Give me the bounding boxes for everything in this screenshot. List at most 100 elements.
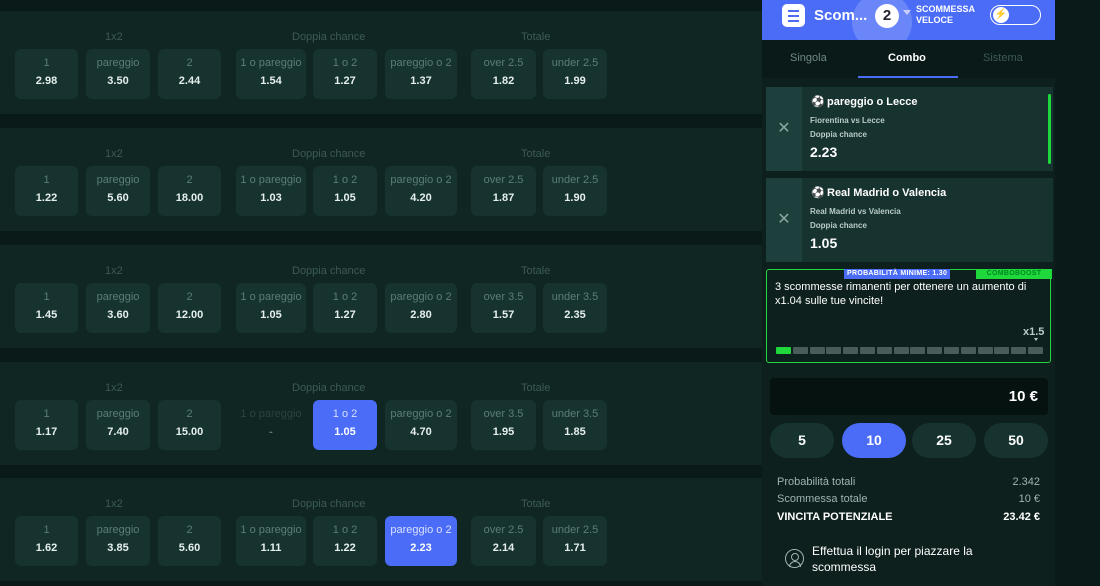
- odds-button[interactable]: 1 o pareggio 1.03: [236, 166, 306, 216]
- odds-label: 1 o pareggio: [240, 174, 302, 186]
- bet-type-tabs: Singola Combo Sistema: [762, 40, 1055, 78]
- odds-label: pareggio: [96, 291, 140, 303]
- odds-button[interactable]: pareggio 5.60: [86, 166, 150, 216]
- active-tab-indicator: [858, 76, 958, 78]
- odds-button[interactable]: 2 15.00: [158, 400, 221, 450]
- chevron-down-icon[interactable]: [903, 10, 911, 15]
- odds-button[interactable]: pareggio 3.85: [86, 516, 150, 566]
- odds-value: 2.35: [564, 309, 586, 321]
- selection-count-badge[interactable]: 2: [875, 4, 899, 28]
- odds-value: 1.95: [492, 426, 515, 438]
- odds-label: 1 o 2: [332, 174, 358, 186]
- odds-value: 1.99: [564, 75, 586, 87]
- odds-value: 1.05: [260, 309, 282, 321]
- odds-label: 2: [186, 57, 193, 69]
- odds-button[interactable]: over 2.5 1.82: [471, 49, 536, 99]
- stake-input[interactable]: [770, 378, 1048, 415]
- betslip-menu-icon[interactable]: [782, 4, 805, 27]
- odds-label: over 2.5: [483, 57, 524, 69]
- quick-stake-10[interactable]: 10: [842, 423, 906, 458]
- odds-button[interactable]: 1 2.98: [15, 49, 78, 99]
- odds-value: 2.44: [178, 75, 201, 87]
- odds-value: 1.17: [35, 426, 58, 438]
- odds-value: 12.00: [175, 309, 204, 321]
- odds-button[interactable]: 1 o pareggio 1.05: [236, 283, 306, 333]
- odds-button[interactable]: over 3.5 1.57: [471, 283, 536, 333]
- odds-button[interactable]: pareggio o 2 2.80: [385, 283, 457, 333]
- odds-button[interactable]: pareggio o 2 4.20: [385, 166, 457, 216]
- odds-button[interactable]: 1 o 2 1.27: [313, 283, 377, 333]
- odds-value: 7.40: [107, 426, 129, 438]
- tab-singola[interactable]: Singola: [790, 52, 827, 64]
- odds-button[interactable]: pareggio o 2 2.23: [385, 516, 457, 566]
- odds-label: 1 o 2: [332, 524, 358, 536]
- odds-button[interactable]: under 3.5 1.85: [543, 400, 607, 450]
- odds-button[interactable]: 2 5.60: [158, 516, 221, 566]
- remove-selection-button[interactable]: ✕: [766, 87, 802, 171]
- betslip: Scom... 2 SCOMMESSA VELOCE ⚡ Singola Com…: [762, 0, 1055, 586]
- odds-button[interactable]: over 3.5 1.95: [471, 400, 536, 450]
- tab-combo[interactable]: Combo: [888, 52, 926, 64]
- total-odds-label: Probabilità totali: [777, 476, 856, 488]
- total-stake-label: Scommessa totale: [777, 493, 868, 505]
- odds-value: 1.45: [35, 309, 58, 321]
- tab-sistema[interactable]: Sistema: [983, 52, 1023, 64]
- odds-button[interactable]: 1 o 2 1.05: [313, 166, 377, 216]
- odds-value: 1.37: [410, 75, 432, 87]
- odds-button[interactable]: 1 o 2 1.22: [313, 516, 377, 566]
- progress-segment: [977, 347, 993, 354]
- odds-button[interactable]: under 2.5 1.99: [543, 49, 607, 99]
- odds-label: under 3.5: [551, 408, 599, 420]
- lightning-icon: ⚡: [993, 7, 1009, 23]
- progress-segment: [876, 347, 892, 354]
- remove-selection-button[interactable]: ✕: [766, 178, 802, 262]
- progress-segment: [1028, 347, 1043, 354]
- odds-button[interactable]: 1 o 2 1.05: [313, 400, 377, 450]
- total-stake-value: 10 €: [1018, 493, 1040, 505]
- odds-value: 1.71: [564, 542, 586, 554]
- odds-label: 1: [43, 408, 50, 420]
- header-double-chance: Doppia chance: [292, 148, 366, 160]
- odds-button[interactable]: 1 1.22: [15, 166, 78, 216]
- odds-button[interactable]: 1 o pareggio 1.54: [236, 49, 306, 99]
- quick-stake-25[interactable]: 25: [912, 423, 976, 458]
- odds-button[interactable]: under 3.5 2.35: [543, 283, 607, 333]
- odds-label: over 3.5: [483, 408, 524, 420]
- odds-button[interactable]: 2 12.00: [158, 283, 221, 333]
- selection-status-bar: [1048, 94, 1051, 164]
- page-margin: [1055, 0, 1100, 586]
- header-double-chance: Doppia chance: [292, 382, 366, 394]
- odds-button[interactable]: pareggio o 2 4.70: [385, 400, 457, 450]
- odds-button[interactable]: 2 2.44: [158, 49, 221, 99]
- odds-button[interactable]: 1 o 2 1.27: [313, 49, 377, 99]
- selection-card: ✕ ⚽ pareggio o Lecce Fiorentina vs Lecce…: [766, 87, 1053, 171]
- odds-value: 3.85: [107, 542, 129, 554]
- selection-match: Fiorentina vs Lecce: [810, 116, 885, 125]
- odds-button[interactable]: 1 1.17: [15, 400, 78, 450]
- odds-button[interactable]: 1 o pareggio 1.11: [236, 516, 306, 566]
- odds-button[interactable]: pareggio 7.40: [86, 400, 150, 450]
- odds-button: 1 o pareggio -: [236, 400, 306, 450]
- odds-button[interactable]: pareggio 3.60: [86, 283, 150, 333]
- quick-bet-toggle[interactable]: ⚡: [990, 5, 1041, 25]
- progress-segment: [944, 347, 959, 354]
- odds-label: 1: [43, 291, 50, 303]
- odds-value: 1.11: [260, 542, 282, 554]
- odds-button[interactable]: pareggio o 2 1.37: [385, 49, 457, 99]
- boost-message: 3 scommesse rimanenti per ottenere un au…: [775, 281, 1027, 307]
- odds-button[interactable]: 1 1.45: [15, 283, 78, 333]
- odds-button[interactable]: over 2.5 1.87: [471, 166, 536, 216]
- login-prompt-text[interactable]: Effettua il login per piazzare la scomme…: [812, 543, 1012, 575]
- odds-button[interactable]: 1 1.62: [15, 516, 78, 566]
- odds-button[interactable]: over 2.5 2.14: [471, 516, 536, 566]
- odds-button[interactable]: pareggio 3.50: [86, 49, 150, 99]
- odds-button[interactable]: 2 18.00: [158, 166, 221, 216]
- odds-button[interactable]: under 2.5 1.90: [543, 166, 607, 216]
- progress-segment: [927, 347, 943, 354]
- stake-field[interactable]: [770, 378, 1048, 415]
- quick-stake-50[interactable]: 50: [984, 423, 1048, 458]
- odds-label: pareggio o 2: [390, 291, 452, 303]
- event-row: 1x2 Doppia chance Totale 1 2.98 pareggio 3.50 2…: [0, 11, 762, 114]
- quick-stake-5[interactable]: 5: [770, 423, 834, 458]
- odds-button[interactable]: under 2.5 1.71: [543, 516, 607, 566]
